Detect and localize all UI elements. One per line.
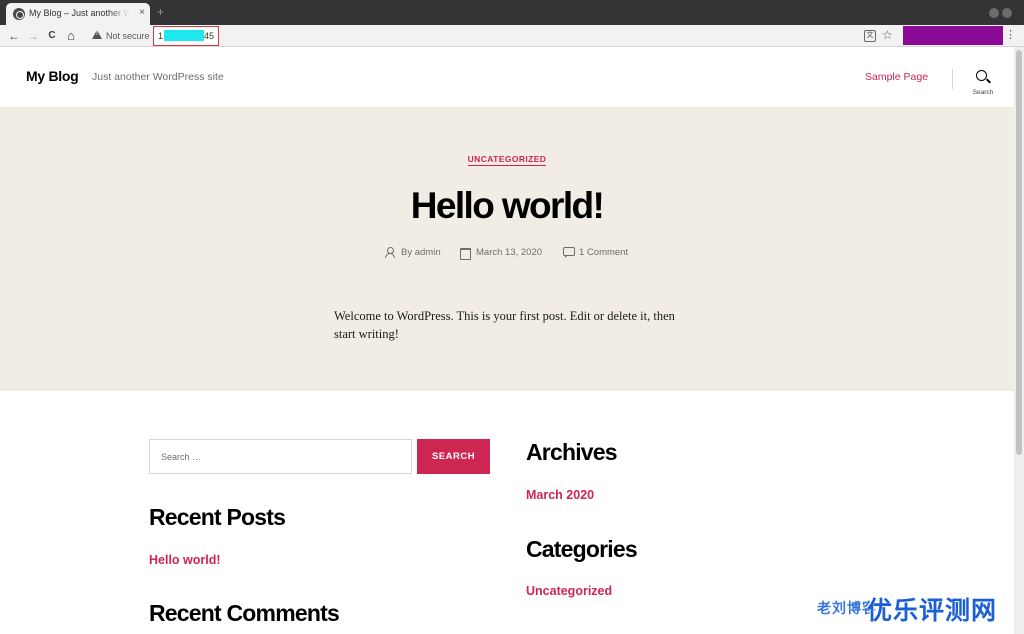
- back-arrow-icon[interactable]: ←: [7, 28, 21, 44]
- post-title[interactable]: Hello world!: [0, 185, 1014, 227]
- site-header: My Blog Just another WordPress site Samp…: [0, 47, 1014, 107]
- header-divider: [952, 69, 953, 89]
- translate-icon[interactable]: 文: [864, 30, 876, 42]
- url-text-end: 45: [204, 31, 215, 41]
- browser-tab[interactable]: My Blog – Just another WordPress site ×: [6, 3, 150, 25]
- recent-post-link[interactable]: Hello world!: [149, 553, 221, 567]
- post-body: Welcome to WordPress. This is your first…: [334, 309, 675, 341]
- reload-icon[interactable]: C: [45, 28, 59, 44]
- new-tab-button[interactable]: +: [157, 6, 164, 18]
- post-category: UNCATEGORIZED: [0, 154, 1014, 166]
- post-comments-text: 1 Comment: [579, 247, 629, 258]
- url-redaction: [164, 30, 204, 41]
- post-date-text: March 13, 2020: [476, 247, 543, 258]
- warning-icon[interactable]: [92, 30, 102, 39]
- url-text-start: 1: [158, 31, 164, 41]
- window-close-button[interactable]: [1002, 8, 1012, 18]
- category-link-uncategorized[interactable]: Uncategorized: [526, 584, 612, 598]
- search-field[interactable]: [149, 439, 412, 474]
- comment-icon: [563, 247, 575, 258]
- tab-close-icon[interactable]: ×: [139, 7, 145, 19]
- search-icon: [976, 70, 987, 81]
- post-date[interactable]: March 13, 2020: [460, 246, 555, 260]
- search-submit-button[interactable]: SEARCH: [417, 439, 490, 474]
- tab-title: My Blog – Just another WordPress site: [29, 8, 129, 18]
- watermark-big-text: 优乐评测网: [867, 597, 998, 625]
- scrollbar-thumb[interactable]: [1016, 50, 1022, 455]
- window-minimize-button[interactable]: [989, 8, 999, 18]
- browser-toolbar: ← → C ⌂ Not secure 1 45 文 ☆ ⋮: [0, 25, 1024, 47]
- archives-title: Archives: [526, 439, 618, 465]
- archive-link[interactable]: March 2020: [526, 488, 594, 502]
- post-author[interactable]: By admin: [385, 246, 455, 260]
- wordpress-favicon-icon: [13, 8, 25, 20]
- browser-menu-icon[interactable]: ⋮: [1005, 28, 1016, 42]
- post-hero: UNCATEGORIZED Hello world! By admin Marc…: [0, 107, 1014, 391]
- post-comments[interactable]: 1 Comment: [563, 246, 638, 260]
- nav-link-sample-page[interactable]: Sample Page: [865, 71, 928, 83]
- browser-tab-strip: My Blog – Just another WordPress site × …: [0, 0, 1024, 25]
- site-title[interactable]: My Blog: [26, 68, 79, 84]
- categories-title: Categories: [526, 536, 638, 562]
- search-input[interactable]: [150, 440, 411, 473]
- url-field[interactable]: 1 45: [153, 26, 219, 46]
- search-toggle-button[interactable]: Search: [968, 70, 998, 96]
- site-description: Just another WordPress site: [92, 71, 224, 83]
- post-author-text: By admin: [401, 247, 441, 258]
- profile-redaction: [903, 26, 1003, 45]
- home-icon[interactable]: ⌂: [64, 28, 78, 44]
- recent-comments-title: Recent Comments: [149, 600, 340, 626]
- security-label[interactable]: Not secure: [106, 30, 150, 42]
- forward-arrow-icon[interactable]: →: [26, 28, 40, 44]
- recent-posts-title: Recent Posts: [149, 504, 286, 530]
- category-link[interactable]: UNCATEGORIZED: [467, 154, 547, 166]
- search-toggle-label: Search: [972, 89, 994, 96]
- address-bar[interactable]: Not secure 1 45: [88, 26, 893, 46]
- user-icon: [385, 247, 395, 258]
- calendar-icon: [460, 247, 471, 260]
- bookmark-star-icon[interactable]: ☆: [882, 27, 893, 43]
